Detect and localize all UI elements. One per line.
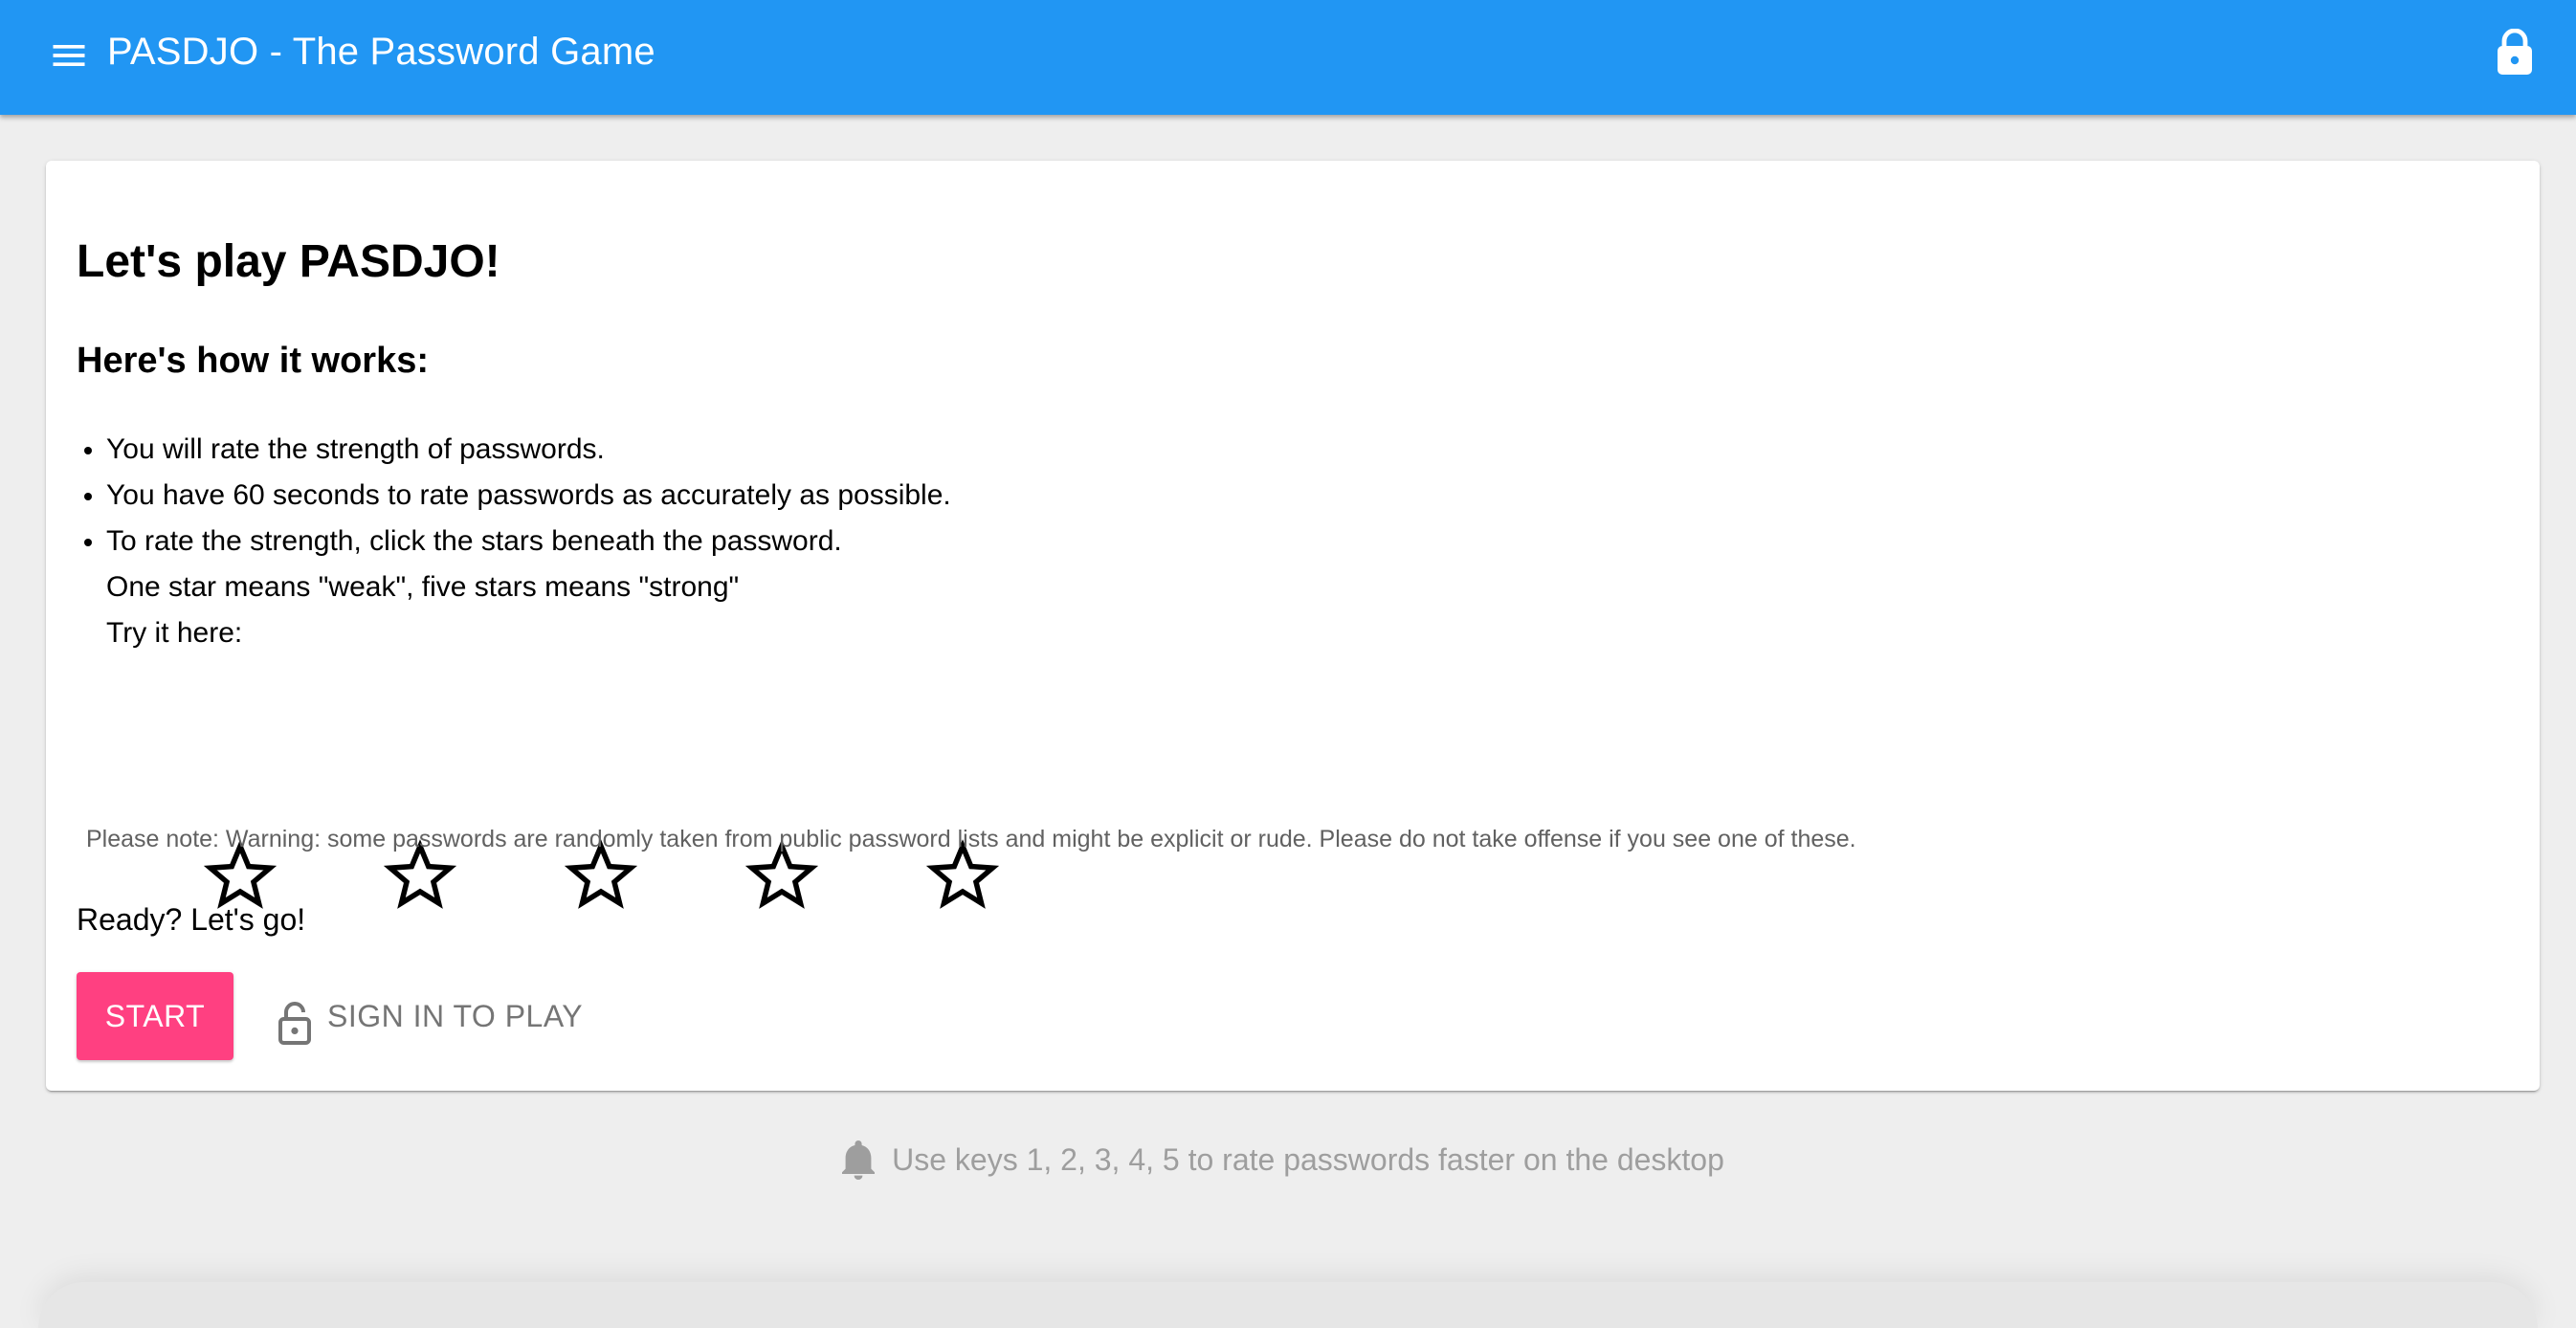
how-it-works-heading: Here's how it works: xyxy=(77,341,430,381)
rules-list: You will rate the strength of passwords.… xyxy=(77,427,951,656)
lock-open-icon xyxy=(276,991,314,1045)
rule-try-it: Try it here: xyxy=(106,617,243,649)
rule-item: You will rate the strength of passwords. xyxy=(106,427,951,473)
start-button[interactable]: START xyxy=(77,972,233,1060)
bottom-sheet-edge xyxy=(38,1282,2538,1328)
sign-in-label: SIGN IN TO PLAY xyxy=(327,999,584,1033)
rule-star-meaning: One star means "weak", five stars means … xyxy=(106,571,740,603)
app-title: PASDJO - The Password Game xyxy=(107,31,655,73)
sign-in-button[interactable]: SIGN IN TO PLAY xyxy=(268,972,590,1060)
menu-icon[interactable] xyxy=(48,34,90,77)
intro-card: Let's play PASDJO! Here's how it works: … xyxy=(46,161,2540,1091)
rule-text: To rate the strength, click the stars be… xyxy=(106,525,842,557)
app-bar: PASDJO - The Password Game xyxy=(0,0,2576,115)
ready-text: Ready? Let's go! xyxy=(77,902,306,937)
bell-icon xyxy=(840,1139,877,1181)
lock-icon[interactable] xyxy=(2494,28,2536,77)
rule-item: To rate the strength, click the stars be… xyxy=(106,519,951,656)
warning-note: Please note: Warning: some passwords are… xyxy=(86,826,1856,852)
keyboard-hint-text: Use keys 1, 2, 3, 4, 5 to rate passwords… xyxy=(892,1142,1724,1177)
rule-item: You have 60 seconds to rate passwords as… xyxy=(106,473,951,519)
page-title: Let's play PASDJO! xyxy=(77,236,500,287)
keyboard-hint: Use keys 1, 2, 3, 4, 5 to rate passwords… xyxy=(0,1139,2576,1181)
